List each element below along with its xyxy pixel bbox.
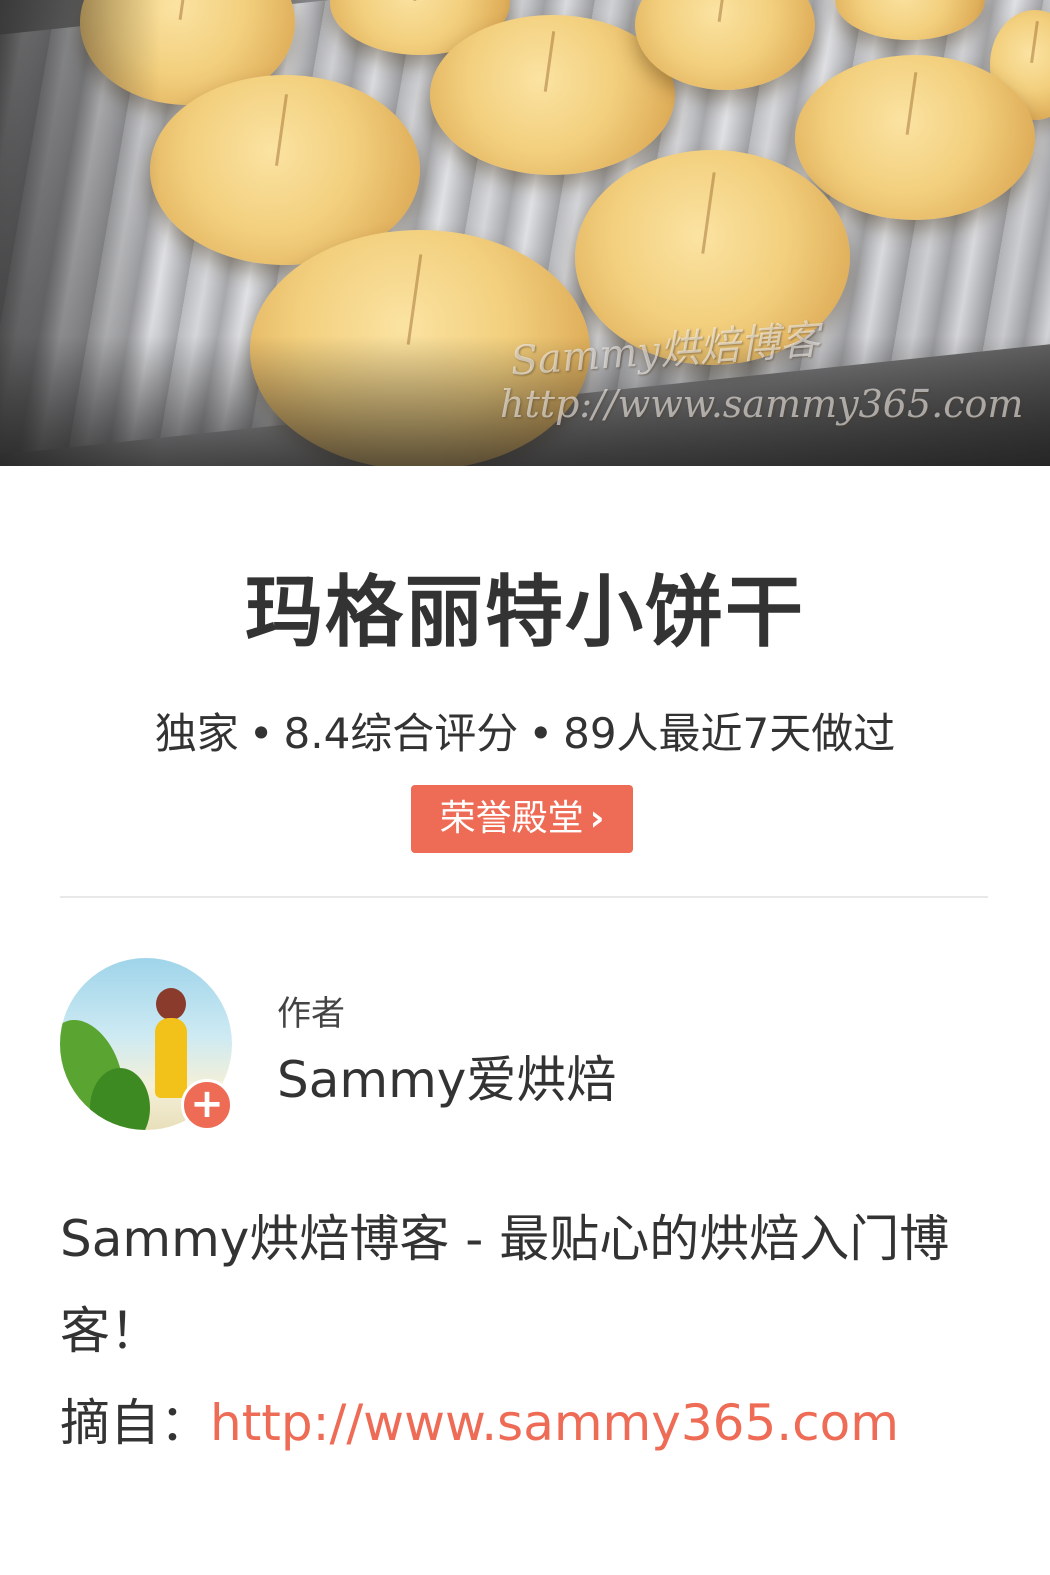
author-name[interactable]: Sammy爱烘焙 xyxy=(277,1040,616,1112)
source-link[interactable]: http://www.sammy365.com xyxy=(210,1394,899,1452)
recipe-title: 玛格丽特小饼干 xyxy=(244,568,805,658)
recipe-page: Sammy烘焙博客 http://www.sammy365.com 玛格丽特小饼… xyxy=(0,0,1050,1575)
avatar-figure xyxy=(155,1018,187,1098)
exclusive-label: 独家 xyxy=(154,709,239,758)
section-divider xyxy=(60,896,988,898)
recipe-cover-image[interactable]: Sammy烘焙博客 http://www.sammy365.com xyxy=(0,0,1050,466)
follow-plus-icon[interactable]: + xyxy=(181,1079,233,1131)
avatar-figure xyxy=(156,988,186,1020)
chevron-right-icon: › xyxy=(589,798,605,839)
author-role-label: 作者 xyxy=(277,994,345,1034)
source-label: 摘自： xyxy=(60,1394,210,1452)
recipe-description: Sammy烘焙博客 - 最贴心的烘焙入门博客！ xyxy=(60,1210,950,1360)
recipe-source: 摘自：http://www.sammy365.com xyxy=(60,1383,899,1455)
recipe-stats: 独家 • 8.4综合评分 • 89人最近7天做过 xyxy=(0,700,1050,761)
avatar-leaf xyxy=(90,1068,150,1130)
hall-of-fame-label: 荣誉殿堂 xyxy=(439,798,584,839)
cooked-count-stat: 89人最近7天做过 xyxy=(563,709,896,758)
stat-separator: • xyxy=(248,709,274,758)
cookie-image xyxy=(795,55,1035,220)
image-watermark-url: http://www.sammy365.com xyxy=(500,382,1024,426)
hall-of-fame-button[interactable]: 荣誉殿堂 › xyxy=(411,785,633,853)
rating-stat: 8.4综合评分 xyxy=(283,709,519,758)
stat-separator: • xyxy=(528,709,554,758)
